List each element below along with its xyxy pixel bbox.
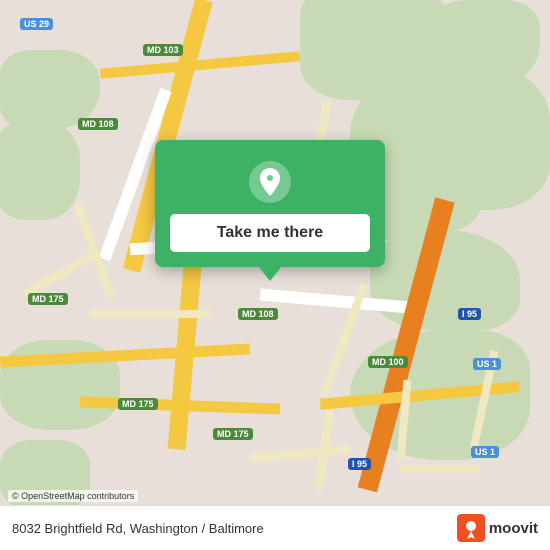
road-label-md175a: MD 175 [28,293,68,305]
road-label-md103: MD 103 [143,44,183,56]
address-text: 8032 Brightfield Rd, Washington / Baltim… [12,521,264,536]
map-container: US 29 MD 103 MD 108 MD 108 MD 108 MD 175… [0,0,550,550]
road-label-us29: US 29 [20,18,53,30]
bottom-bar: 8032 Brightfield Rd, Washington / Baltim… [0,505,550,550]
moovit-logo-icon [457,514,485,542]
moovit-logo: moovit [457,514,538,542]
road-label-md100: MD 100 [368,356,408,368]
location-pin-icon [248,160,292,204]
road-label-md108a: MD 108 [78,118,118,130]
popup-card: Take me there [155,140,385,267]
road-label-i95a: I 95 [458,308,481,320]
road-label-i95b: I 95 [348,458,371,470]
road-label-us1a: US 1 [473,358,501,370]
road-label-md175c: MD 175 [213,428,253,440]
road-label-md108c: MD 108 [238,308,278,320]
moovit-brand-text: moovit [489,520,538,537]
osm-attribution: © OpenStreetMap contributors [8,490,138,502]
take-me-there-button[interactable]: Take me there [170,214,370,252]
road-label-md175b: MD 175 [118,398,158,410]
road-label-us1b: US 1 [471,446,499,458]
